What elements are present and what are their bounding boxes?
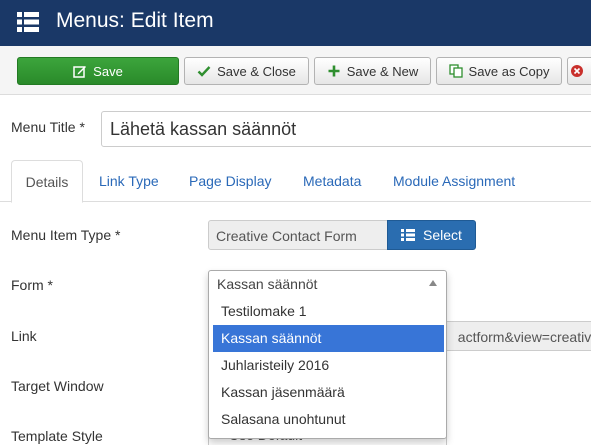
tab-module-assignment[interactable]: Module Assignment bbox=[393, 160, 515, 202]
form-dropdown-selected[interactable]: Kassan säännöt bbox=[209, 271, 446, 297]
save-button[interactable]: Save bbox=[17, 57, 179, 85]
check-icon bbox=[197, 66, 211, 77]
save-close-button[interactable]: Save & Close bbox=[184, 57, 309, 85]
copy-icon bbox=[448, 64, 463, 78]
save-new-label: Save & New bbox=[346, 63, 419, 79]
menu-title-label: Menu Title * bbox=[11, 119, 85, 135]
select-label: Select bbox=[423, 227, 462, 243]
plus-icon bbox=[328, 65, 340, 77]
dropdown-option[interactable]: Kassan jäsenmäärä bbox=[213, 379, 444, 406]
link-label: Link bbox=[11, 328, 37, 344]
dropdown-option[interactable]: Juhlaristeily 2016 bbox=[213, 352, 444, 379]
menu-item-type-label: Menu Item Type * bbox=[11, 227, 121, 243]
list-icon bbox=[17, 12, 39, 32]
header-bar: Menus: Edit Item bbox=[0, 0, 591, 46]
dropdown-option[interactable]: Salasana unohtunut bbox=[213, 406, 444, 433]
tab-metadata[interactable]: Metadata bbox=[303, 160, 361, 202]
tab-bar: Details Link Type Page Display Metadata … bbox=[0, 160, 591, 203]
caret-up-icon bbox=[429, 280, 437, 286]
dropdown-option-highlighted[interactable]: Kassan säännöt bbox=[213, 325, 444, 352]
target-window-label: Target Window bbox=[11, 378, 104, 394]
tab-details[interactable]: Details bbox=[11, 160, 83, 203]
form-label: Form * bbox=[11, 277, 53, 293]
menu-item-type-field: Creative Contact Form bbox=[208, 220, 388, 250]
save-as-copy-button[interactable]: Save as Copy bbox=[436, 57, 562, 85]
save-new-button[interactable]: Save & New bbox=[314, 57, 431, 85]
form-dropdown[interactable]: Kassan säännöt Testilomake 1 Kassan sään… bbox=[208, 270, 447, 439]
save-label: Save bbox=[93, 63, 123, 79]
page-title: Menus: Edit Item bbox=[56, 9, 214, 32]
save-as-copy-label: Save as Copy bbox=[468, 63, 550, 79]
dropdown-option[interactable]: Testilomake 1 bbox=[213, 298, 444, 325]
menu-title-input[interactable] bbox=[101, 111, 591, 147]
toolbar: Save Save & Close Save & New Save as Cop… bbox=[0, 46, 591, 95]
close-icon bbox=[571, 65, 583, 77]
save-close-label: Save & Close bbox=[217, 63, 296, 79]
tab-link-type[interactable]: Link Type bbox=[99, 160, 159, 202]
select-button[interactable]: Select bbox=[387, 220, 476, 250]
tab-page-display[interactable]: Page Display bbox=[189, 160, 272, 202]
edit-icon bbox=[73, 66, 87, 78]
close-button[interactable] bbox=[567, 57, 591, 85]
list-icon bbox=[401, 229, 416, 241]
template-style-label: Template Style bbox=[11, 428, 103, 444]
